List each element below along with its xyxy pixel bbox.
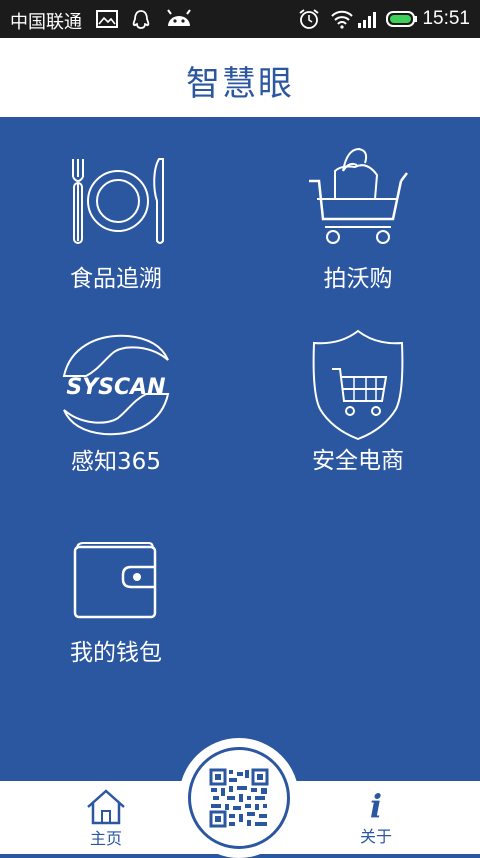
clock-label: 15:51 — [422, 8, 470, 29]
home-icon — [87, 789, 125, 825]
battery-icon — [386, 11, 417, 27]
tile-secure-ecommerce[interactable]: 安全电商 — [248, 329, 468, 475]
fork-plate-knife-icon — [72, 158, 164, 244]
tile-label: 安全电商 — [312, 448, 404, 474]
tile-label: 感知365 — [71, 449, 161, 475]
scan-button-ring — [188, 747, 290, 849]
status-bar: 中国联通 15:51 — [0, 0, 480, 38]
image-icon — [96, 10, 118, 28]
feature-grid: 食品追溯 拍沃购 SYSCAN 感知365 安全电商 我的钱包 — [0, 117, 480, 781]
nav-about[interactable]: i 关于 — [350, 789, 402, 847]
signal-icon — [358, 12, 376, 28]
syscan-logo-text: SYSCAN — [66, 375, 165, 400]
alarm-icon — [299, 9, 319, 29]
page-title: 智慧眼 — [186, 64, 294, 104]
shopping-cart-icon — [309, 147, 408, 244]
tile-syscan-365[interactable]: SYSCAN 感知365 — [6, 330, 226, 476]
scan-button[interactable] — [179, 738, 299, 858]
tile-food-trace[interactable]: 食品追溯 — [6, 155, 226, 293]
app-header: 智慧眼 — [0, 38, 480, 117]
nav-home-label: 主页 — [89, 829, 122, 848]
info-icon: i — [369, 787, 383, 825]
qq-icon — [132, 10, 150, 29]
tile-label: 食品追溯 — [70, 266, 162, 292]
tile-label: 拍沃购 — [323, 266, 393, 292]
android-icon — [167, 9, 191, 26]
wifi-icon — [331, 10, 353, 29]
tile-label: 我的钱包 — [70, 640, 162, 666]
tile-my-wallet[interactable]: 我的钱包 — [6, 541, 226, 667]
qr-code-icon — [209, 768, 269, 828]
shield-cart-icon — [312, 329, 404, 441]
nav-about-label: 关于 — [359, 827, 392, 846]
wallet-icon — [73, 542, 157, 619]
nav-home[interactable]: 主页 — [80, 787, 132, 849]
carrier-label: 中国联通 — [10, 12, 82, 33]
tile-pai-wo-gou[interactable]: 拍沃购 — [248, 141, 468, 293]
syscan-logo-icon: SYSCAN — [62, 334, 170, 436]
